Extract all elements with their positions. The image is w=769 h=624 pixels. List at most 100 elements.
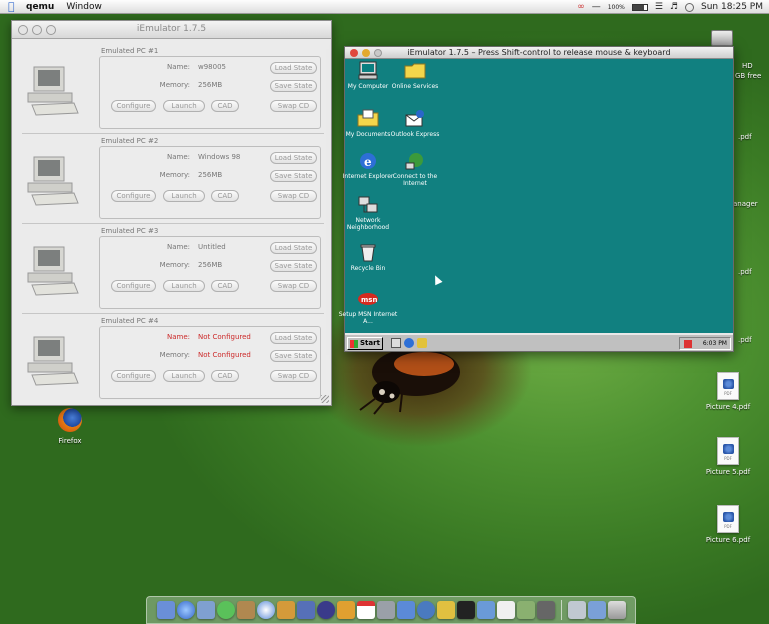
- load-state-button[interactable]: Load State: [270, 332, 317, 344]
- battery-icon[interactable]: [631, 3, 648, 11]
- text-edit-icon[interactable]: [496, 601, 515, 619]
- pc-computer-icon[interactable]: [26, 65, 82, 117]
- apple-menu-icon[interactable]: : [8, 1, 18, 12]
- load-state-button[interactable]: Load State: [270, 152, 317, 164]
- msn-icon: msn: [357, 289, 379, 309]
- pdf-file-icon-3[interactable]: PDF Picture 6.pdf: [698, 505, 758, 544]
- configure-button[interactable]: Configure: [111, 280, 156, 292]
- cad-button[interactable]: CAD: [211, 190, 239, 202]
- online-services-desktop-item[interactable]: Online Services: [382, 61, 448, 90]
- pc-name-value: Windows 98: [198, 153, 241, 161]
- qemu-app-icon[interactable]: [436, 601, 455, 619]
- itunes-icon[interactable]: [256, 601, 275, 619]
- ie-quicklaunch-icon[interactable]: [404, 338, 414, 348]
- system-preferences-icon[interactable]: [376, 601, 395, 619]
- swap-cd-button[interactable]: Swap CD: [270, 100, 317, 112]
- iphoto-icon[interactable]: [276, 601, 295, 619]
- finder-icon[interactable]: [156, 601, 175, 619]
- spotlight-icon[interactable]: [685, 2, 695, 12]
- trash-icon[interactable]: [607, 601, 626, 619]
- menu-clock[interactable]: Sun 18:25 PM: [701, 2, 763, 12]
- documents-stack-icon[interactable]: [567, 601, 586, 619]
- guest-emulator-window[interactable]: iEmulator 1.7.5 – Press Shift-control to…: [339, 46, 734, 352]
- tray-icon[interactable]: [684, 340, 692, 348]
- pdf-document-icon: PDF: [717, 437, 739, 465]
- sync-icon[interactable]: ∞: [577, 2, 585, 12]
- pc-computer-icon[interactable]: [26, 155, 82, 207]
- show-desktop-icon[interactable]: [391, 338, 401, 348]
- guest-title-bar[interactable]: iEmulator 1.7.5 – Press Shift-control to…: [345, 47, 733, 59]
- menu-app-name[interactable]: qemu: [26, 2, 54, 12]
- garageband-icon[interactable]: [336, 601, 355, 619]
- pdf-document-icon: PDF: [717, 372, 739, 400]
- desktop-partial-label-2[interactable]: anager: [733, 200, 758, 208]
- outlook-quicklaunch-icon[interactable]: [417, 338, 427, 348]
- network-neighborhood-desktop-item[interactable]: Network Neighborhood: [335, 195, 401, 231]
- downloads-stack-icon[interactable]: [587, 601, 606, 619]
- save-state-button[interactable]: Save State: [270, 260, 317, 272]
- safari-icon[interactable]: [176, 601, 195, 619]
- launch-button[interactable]: Launch: [163, 100, 205, 112]
- start-button[interactable]: Start: [347, 337, 383, 350]
- ical-icon[interactable]: [356, 601, 375, 619]
- manager-title-bar[interactable]: iEmulator 1.7.5: [12, 21, 331, 39]
- pc-memory-value: Not Configured: [198, 351, 251, 359]
- address-book-icon[interactable]: [236, 601, 255, 619]
- resize-grip-icon[interactable]: [321, 395, 329, 403]
- ichat-icon[interactable]: [216, 601, 235, 619]
- pc-details-box: Name: Windows 98 Memory: 256MB Load Stat…: [99, 146, 321, 219]
- imovie-icon[interactable]: [296, 601, 315, 619]
- firefox-label: Firefox: [58, 437, 82, 445]
- save-state-button[interactable]: Save State: [270, 350, 317, 362]
- activity-monitor-icon[interactable]: [476, 601, 495, 619]
- terminal-icon[interactable]: [456, 601, 475, 619]
- ladybug-wallpaper-graphic: [359, 348, 460, 415]
- desktop-partial-label-3[interactable]: .pdf: [738, 268, 752, 276]
- swap-cd-button[interactable]: Swap CD: [270, 280, 317, 292]
- pc-name-value: Untitled: [198, 243, 226, 251]
- tray-clock[interactable]: 6:03 PM: [703, 340, 727, 347]
- volume-icon[interactable]: ♬: [670, 2, 678, 12]
- load-state-button[interactable]: Load State: [270, 242, 317, 254]
- save-state-button[interactable]: Save State: [270, 170, 317, 182]
- network-utility-icon[interactable]: [416, 601, 435, 619]
- launch-button[interactable]: Launch: [163, 190, 205, 202]
- pc-computer-icon[interactable]: [26, 245, 82, 297]
- idvd-icon[interactable]: [316, 601, 335, 619]
- configure-button[interactable]: Configure: [111, 370, 156, 382]
- console-icon[interactable]: [536, 601, 555, 619]
- memory-label: Memory:: [159, 171, 190, 179]
- desktop-item-label: Network Neighborhood: [346, 217, 390, 231]
- cad-button[interactable]: CAD: [211, 370, 239, 382]
- load-state-button[interactable]: Load State: [270, 62, 317, 74]
- utility-app-icon[interactable]: [516, 601, 535, 619]
- swap-cd-button[interactable]: Swap CD: [270, 370, 317, 382]
- launch-button[interactable]: Launch: [163, 370, 205, 382]
- outlook-express-desktop-item[interactable]: Outlook Express: [382, 109, 448, 138]
- firefox-desktop-icon[interactable]: Firefox: [50, 408, 90, 445]
- configure-button[interactable]: Configure: [111, 190, 156, 202]
- mail-icon[interactable]: [196, 601, 215, 619]
- cad-button[interactable]: CAD: [211, 100, 239, 112]
- menu-window[interactable]: Window: [66, 2, 102, 12]
- configure-button[interactable]: Configure: [111, 100, 156, 112]
- connect-to-internet-desktop-item[interactable]: Connect to the Internet: [382, 151, 448, 187]
- pdf-file-icon-1[interactable]: PDF Picture 4.pdf: [698, 372, 758, 411]
- swap-cd-button[interactable]: Swap CD: [270, 190, 317, 202]
- desktop-partial-label-1[interactable]: .pdf: [738, 133, 752, 141]
- pc-computer-icon[interactable]: [26, 335, 82, 387]
- setup-msn-desktop-item[interactable]: msn Setup MSN Internet A...: [335, 289, 401, 325]
- system-tray: 6:03 PM: [679, 337, 731, 350]
- folder-icon: [404, 61, 426, 81]
- preview-icon[interactable]: [396, 601, 415, 619]
- recycle-bin-desktop-item[interactable]: Recycle Bin: [335, 243, 401, 272]
- battery-percent[interactable]: 100%: [608, 4, 625, 11]
- launch-button[interactable]: Launch: [163, 280, 205, 292]
- section-divider: [22, 313, 324, 314]
- menu-bar:  qemu Window ∞ — 100% ☰ ♬ Sun 18:25 PM: [0, 0, 769, 14]
- wifi-icon[interactable]: ☰: [655, 2, 663, 12]
- cad-button[interactable]: CAD: [211, 280, 239, 292]
- save-state-button[interactable]: Save State: [270, 80, 317, 92]
- pdf-file-icon-2[interactable]: PDF Picture 5.pdf: [698, 437, 758, 476]
- desktop-partial-label-4[interactable]: .pdf: [738, 336, 752, 344]
